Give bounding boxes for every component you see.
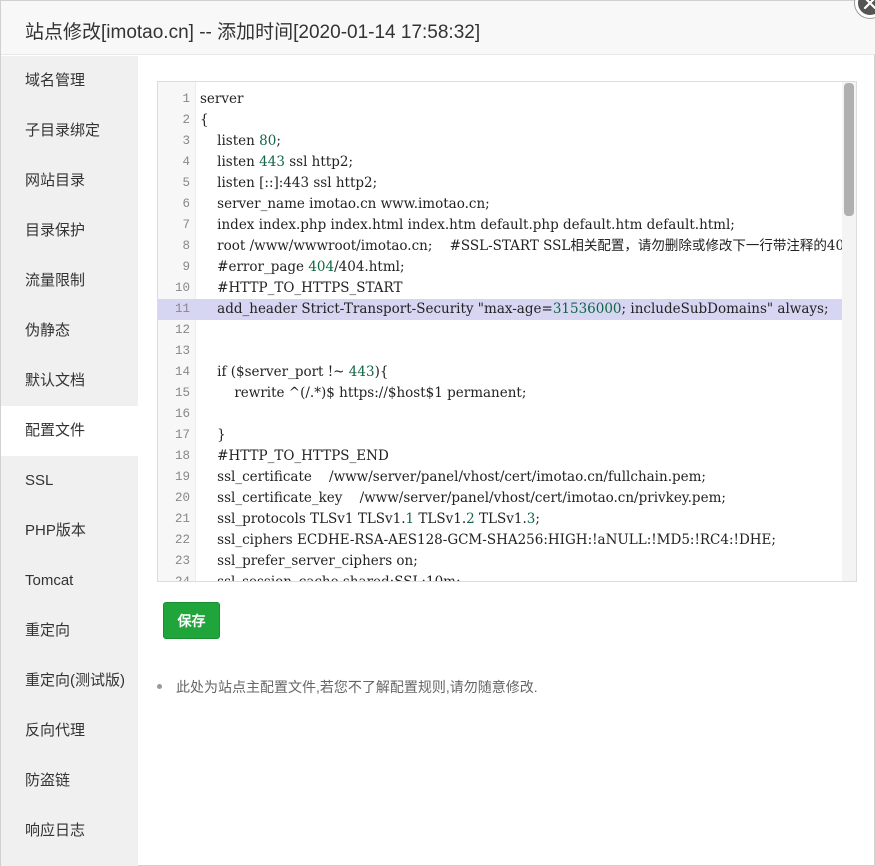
code-text: index index.php index.html index.htm def…: [200, 217, 735, 233]
line-number: 8: [182, 239, 190, 253]
sidebar-item[interactable]: 伪静态: [1, 306, 138, 356]
line-number: 20: [174, 491, 190, 505]
sidebar-item[interactable]: 重定向: [1, 606, 138, 656]
line-number: 17: [174, 428, 190, 442]
code-line[interactable]: 20 ssl_certificate_key /www/server/panel…: [158, 488, 844, 509]
line-number: 18: [174, 449, 190, 463]
code-line[interactable]: 19 ssl_certificate /www/server/panel/vho…: [158, 467, 844, 488]
code-text: #HTTP_TO_HTTPS_END: [200, 448, 389, 464]
code-line[interactable]: 8 root /www/wwwroot/imotao.cn; #SSL-STAR…: [158, 236, 856, 257]
code-text: ssl_certificate_key /www/server/panel/vh…: [200, 490, 726, 506]
code-line[interactable]: 5 listen [::]:443 ssl http2;: [158, 173, 844, 194]
sidebar-item[interactable]: Tomcat: [1, 556, 138, 606]
code-line[interactable]: 21 ssl_protocols TLSv1 TLSv1.1 TLSv1.2 T…: [158, 509, 844, 530]
sidebar-item[interactable]: PHP版本: [1, 506, 138, 556]
line-number: 12: [174, 323, 190, 337]
code-text: #error_page 404/404.html;: [200, 259, 405, 275]
code-text: rewrite ^(/.*)$ https://$host$1 permanen…: [200, 385, 527, 401]
code-text: listen 80;: [200, 133, 281, 149]
line-number: 13: [174, 344, 190, 358]
save-button[interactable]: 保存: [163, 602, 220, 639]
config-tip: 此处为站点主配置文件,若您不了解配置规则,请勿随意修改.: [157, 677, 538, 697]
line-number: 1: [182, 92, 190, 106]
code-text: ssl_ciphers ECDHE-RSA-AES128-GCM-SHA256:…: [200, 532, 776, 548]
code-text: listen 443 ssl http2;: [200, 154, 354, 170]
code-text: {: [200, 112, 209, 128]
dialog-title: 站点修改[imotao.cn] -- 添加时间[2020-01-14 17:58…: [25, 22, 481, 43]
code-line[interactable]: 2{: [158, 110, 844, 131]
close-icon: [863, 0, 875, 10]
config-tip-text: 此处为站点主配置文件,若您不了解配置规则,请勿随意修改.: [176, 679, 538, 695]
code-text: }: [200, 427, 226, 443]
line-number: 11: [174, 302, 190, 316]
code-line[interactable]: 23 ssl_prefer_server_ciphers on;: [158, 551, 844, 572]
sidebar-item[interactable]: SSL: [1, 456, 138, 506]
code-line[interactable]: 12: [158, 320, 844, 341]
sidebar-item[interactable]: 防盗链: [1, 756, 138, 806]
code-text: if ($server_port !~ 443){: [200, 364, 389, 380]
code-lines: 1 server 2{3 listen 80; 4 listen 443 ssl ht…: [158, 89, 856, 582]
sidebar-item[interactable]: 重定向(测试版): [1, 656, 138, 706]
line-number: 23: [174, 554, 190, 568]
line-number: 3: [182, 134, 190, 148]
code-text: root /www/wwwroot/imotao.cn; #SSL-START …: [200, 238, 857, 254]
code-line[interactable]: 6 server_name imotao.cn www.imotao.cn;: [158, 194, 844, 215]
config-code-editor[interactable]: 1 server 2{3 listen 80; 4 listen 443 ssl ht…: [157, 81, 857, 582]
sidebar-item[interactable]: 默认文档: [1, 356, 138, 406]
line-number: 24: [174, 575, 190, 582]
line-number: 9: [182, 260, 190, 274]
line-number: 19: [174, 470, 190, 484]
code-text: ssl_certificate /www/server/panel/vhost/…: [200, 469, 706, 485]
line-number: 14: [174, 365, 190, 379]
code-line[interactable]: 10 #HTTP_TO_HTTPS_START: [158, 278, 844, 299]
code-line[interactable]: 14 if ($server_port !~ 443){: [158, 362, 844, 383]
sidebar-item[interactable]: 目录保护: [1, 206, 138, 256]
line-number: 16: [174, 407, 190, 421]
dialog-title-bar: 站点修改[imotao.cn] -- 添加时间[2020-01-14 17:58…: [1, 1, 875, 55]
sidebar-item[interactable]: 流量限制: [1, 256, 138, 306]
line-number: 6: [182, 197, 190, 211]
code-line[interactable]: 17 }: [158, 425, 844, 446]
code-line[interactable]: 13: [158, 341, 844, 362]
sidebar-item[interactable]: 网站目录: [1, 156, 138, 206]
code-line[interactable]: 16: [158, 404, 844, 425]
code-line[interactable]: 15 rewrite ^(/.*)$ https://$host$1 perma…: [158, 383, 844, 404]
code-line[interactable]: 24 ssl_session_cache shared:SSL:10m;: [158, 572, 844, 582]
line-number: 22: [174, 533, 190, 547]
code-line[interactable]: 4 listen 443 ssl http2;: [158, 152, 844, 173]
line-number: 10: [174, 281, 190, 295]
sidebar-item[interactable]: 域名管理: [1, 56, 138, 106]
line-number: 4: [182, 155, 190, 169]
code-text: #HTTP_TO_HTTPS_START: [200, 280, 403, 296]
line-number: 7: [182, 218, 190, 232]
code-line[interactable]: 11 add_header Strict-Transport-Security …: [158, 299, 844, 320]
bullet-icon: [157, 683, 162, 689]
code-line[interactable]: 22 ssl_ciphers ECDHE-RSA-AES128-GCM-SHA2…: [158, 530, 844, 551]
line-number: 15: [174, 386, 190, 400]
sidebar: 域名管理 子目录绑定 网站目录 目录保护 流量限制 伪静态 默认文档 配置文件 SSL PHP版本…: [1, 56, 138, 866]
code-text: server: [200, 91, 244, 107]
sidebar-item[interactable]: 子目录绑定: [1, 106, 138, 156]
sidebar-item[interactable]: 配置文件: [1, 406, 138, 456]
code-line[interactable]: 18 #HTTP_TO_HTTPS_END: [158, 446, 844, 467]
code-line[interactable]: 3 listen 80;: [158, 131, 844, 152]
site-config-dialog: 站点修改[imotao.cn] -- 添加时间[2020-01-14 17:58…: [0, 0, 875, 866]
code-text: ssl_session_cache shared:SSL:10m;: [200, 574, 461, 582]
editor-scrollbar[interactable]: [842, 82, 856, 581]
editor-scrollbar-thumb[interactable]: [844, 83, 854, 216]
sidebar-item[interactable]: 反向代理: [1, 706, 138, 756]
line-number: 2: [182, 113, 190, 127]
code-line[interactable]: 7 index index.php index.html index.htm d…: [158, 215, 844, 236]
code-text: server_name imotao.cn www.imotao.cn;: [200, 196, 490, 212]
code-text: add_header Strict-Transport-Security "ma…: [200, 301, 829, 317]
code-line[interactable]: 9 #error_page 404/404.html;: [158, 257, 844, 278]
code-line[interactable]: 1 server: [158, 89, 844, 110]
sidebar-item[interactable]: 响应日志: [1, 806, 138, 856]
code-text: ssl_prefer_server_ciphers on;: [200, 553, 418, 569]
line-number: 5: [182, 176, 190, 190]
code-text: ssl_protocols TLSv1 TLSv1.1 TLSv1.2 TLSv…: [200, 511, 540, 527]
code-text: listen [::]:443 ssl http2;: [200, 175, 378, 191]
line-number: 21: [174, 512, 190, 526]
